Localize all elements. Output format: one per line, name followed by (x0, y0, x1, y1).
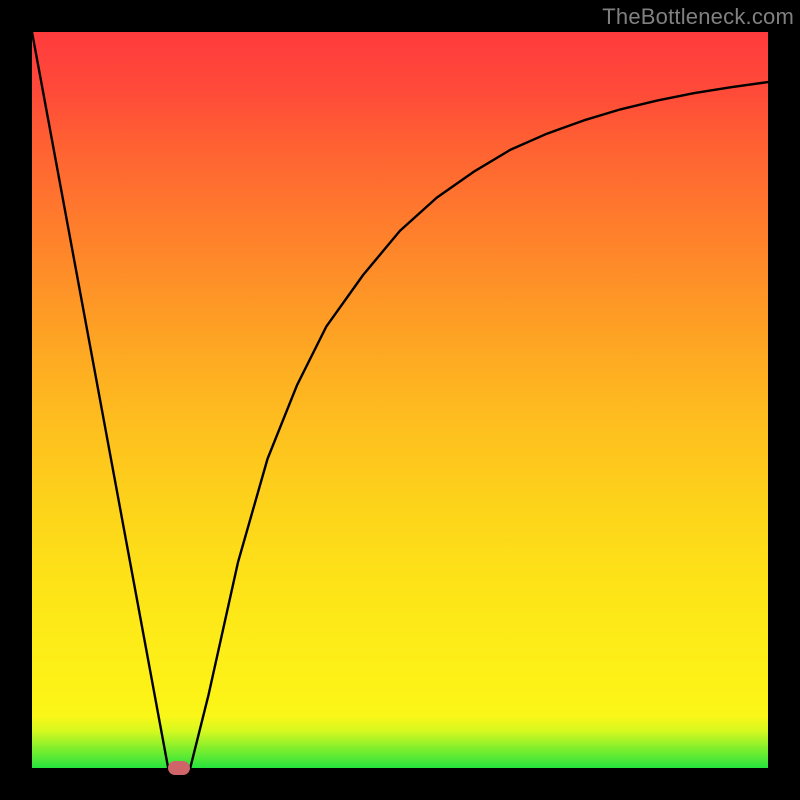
watermark-text: TheBottleneck.com (602, 4, 794, 30)
bottleneck-curve (32, 32, 768, 768)
chart-frame: TheBottleneck.com (0, 0, 800, 800)
plot-area (32, 32, 768, 768)
optimal-range-marker (168, 761, 190, 775)
